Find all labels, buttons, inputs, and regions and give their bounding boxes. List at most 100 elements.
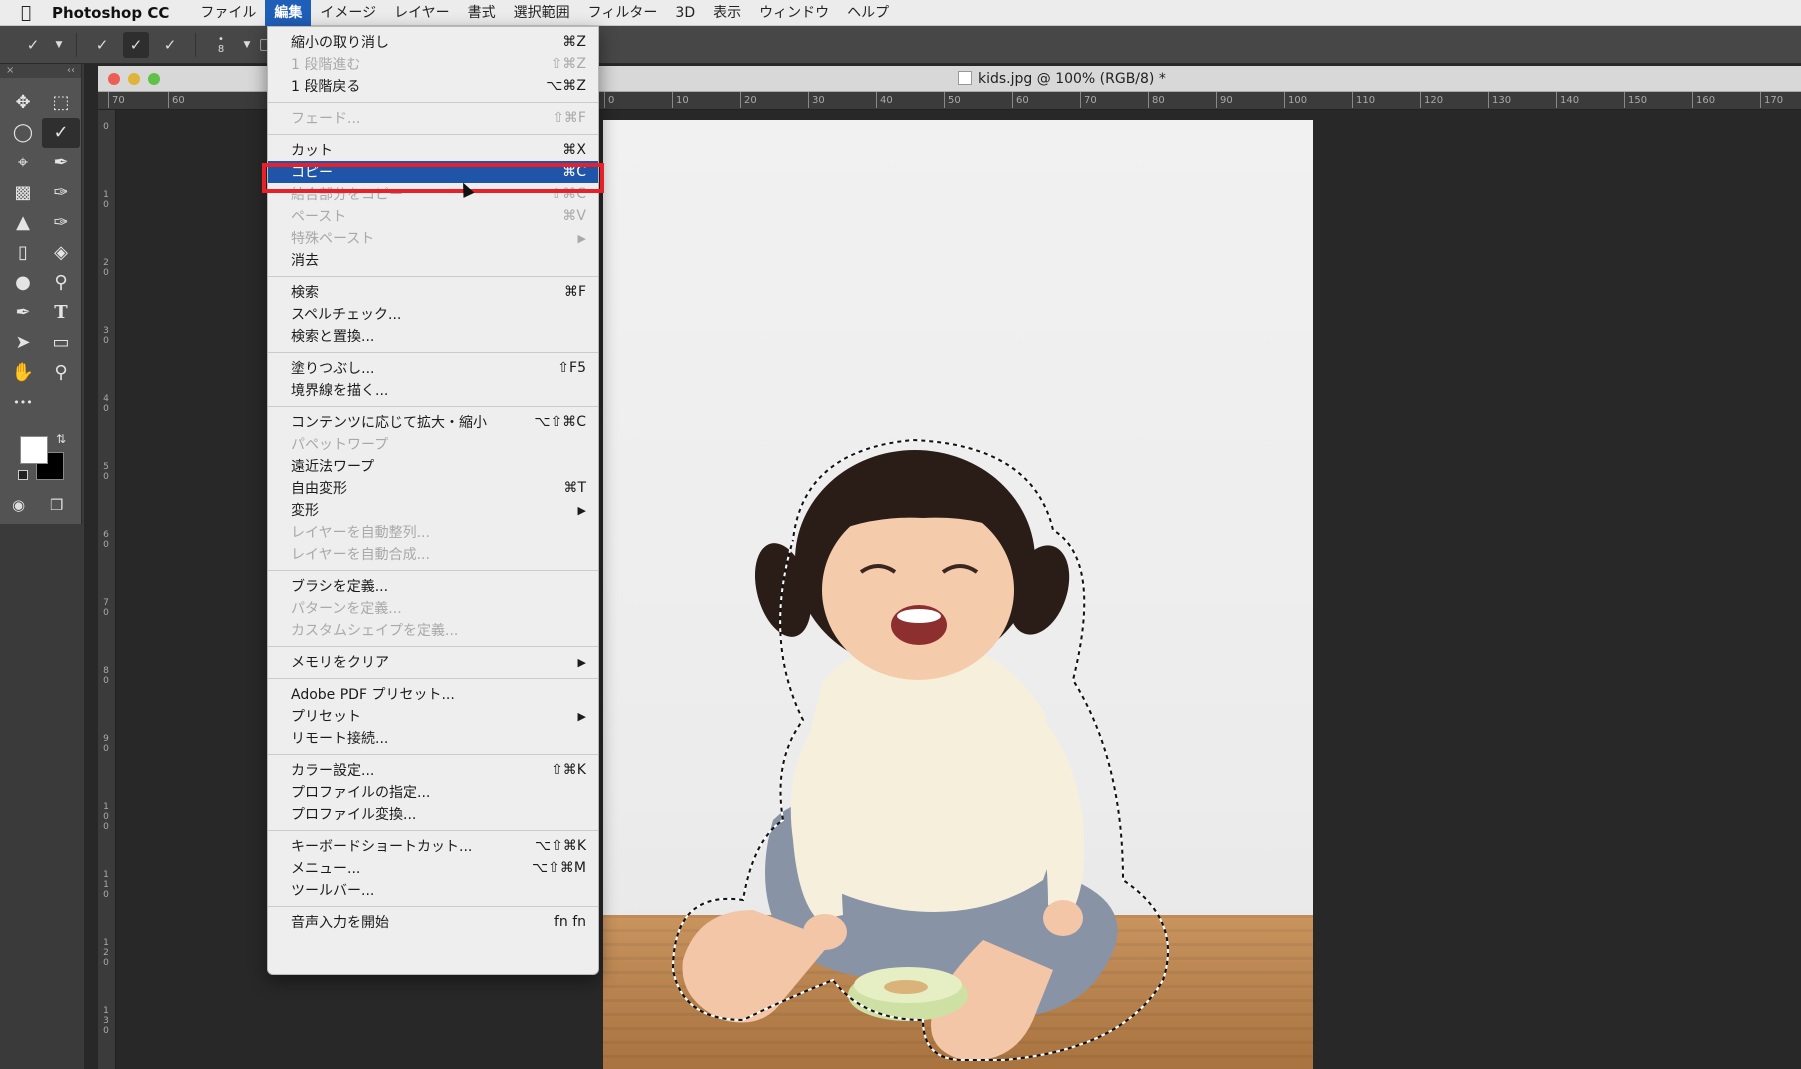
rectangle-tool-icon[interactable]: ▭ — [42, 328, 80, 358]
close-icon[interactable]: × — [6, 64, 14, 78]
swap-colors-icon[interactable]: ⇅ — [56, 432, 66, 446]
collapse-icon[interactable]: ‹‹ — [67, 64, 75, 78]
menu-item-shortcut: ⇧⌘Z — [550, 56, 586, 72]
menu-item[interactable]: 検索と置換... — [268, 325, 598, 347]
menu-item[interactable]: キーボードショートカット... ⌥⇧⌘K — [268, 835, 598, 857]
menu-item[interactable]: 自由変形 ⌘T — [268, 477, 598, 499]
minimize-window-button[interactable] — [128, 73, 140, 85]
menu-item[interactable]: 変形 ▶ — [268, 499, 598, 521]
marquee-tool-icon[interactable]: ⬚ — [42, 88, 80, 118]
menu-item[interactable]: ツールバー... — [268, 879, 598, 901]
menu-item[interactable]: 塗りつぶし... ⇧F5 — [268, 357, 598, 379]
hand-tool-icon[interactable]: ✋ — [4, 358, 42, 388]
menu-item[interactable]: 縮小の取り消し ⌘Z — [268, 31, 598, 53]
ruler-tick-label: 0 — [603, 92, 615, 108]
stamp-tool-icon[interactable]: ▲ — [4, 208, 42, 238]
menu-separator — [268, 570, 598, 571]
menu-item: カスタムシェイプを定義... — [268, 619, 598, 641]
menu-item[interactable]: リモート接続... — [268, 727, 598, 749]
menu-item[interactable]: Adobe PDF プリセット... — [268, 683, 598, 705]
menu-item-shortcut: fn fn — [553, 914, 586, 930]
callout-highlight-box — [262, 163, 604, 193]
crop-tool-icon[interactable]: ⌖ — [4, 148, 42, 178]
quick-selection-tool-icon[interactable]: ✓ — [20, 32, 46, 58]
foreground-color-swatch[interactable] — [20, 436, 48, 464]
lasso-tool-icon[interactable]: ◯ — [4, 118, 42, 148]
menubar-item[interactable]: 選択範囲 — [505, 0, 579, 26]
menu-item[interactable]: カラー設定... ⇧⌘K — [268, 759, 598, 781]
type-tool-icon[interactable]: T — [42, 298, 80, 328]
menu-item[interactable]: 検索 ⌘F — [268, 281, 598, 303]
menu-item[interactable]: 消去 — [268, 249, 598, 271]
zoom-tool-icon[interactable]: ⚲ — [42, 358, 80, 388]
eraser-tool-icon[interactable]: ▯ — [4, 238, 42, 268]
path-selection-icon[interactable]: ➤ — [4, 328, 42, 358]
menu-item[interactable]: 境界線を描く... — [268, 379, 598, 401]
zoom-window-button[interactable] — [148, 73, 160, 85]
submenu-arrow-icon: ▶ — [577, 709, 586, 723]
document-image[interactable] — [603, 120, 1313, 1069]
ruler-tick-label: 170 — [1759, 92, 1784, 108]
menubar-item[interactable]: フィルター — [579, 0, 667, 26]
blur-tool-icon[interactable]: ● — [4, 268, 42, 298]
menu-item[interactable]: プロファイル変換... — [268, 803, 598, 825]
menubar-item[interactable]: ヘルプ — [838, 0, 898, 26]
menu-item-label: プロファイル変換... — [291, 807, 417, 823]
brush-tool-icon[interactable]: ✑ — [42, 178, 80, 208]
menu-item-label: カスタムシェイプを定義... — [291, 623, 459, 639]
chevron-down-icon[interactable]: ▼ — [54, 32, 64, 58]
screen-mode-icon[interactable]: ❒ — [50, 496, 63, 514]
ruler-tick-label: 6 0 — [103, 530, 109, 550]
menu-item-label: 塗りつぶし... — [291, 361, 375, 377]
menu-item: 1 段階進む ⇧⌘Z — [268, 53, 598, 75]
app-name-menu[interactable]: Photoshop CC — [52, 4, 169, 22]
menu-item[interactable]: コンテンツに応じて拡大・縮小 ⌥⇧⌘C — [268, 411, 598, 433]
ruler-tick-label: 9 0 — [103, 734, 109, 754]
menubar-item[interactable]: イメージ — [311, 0, 385, 26]
menu-item[interactable]: プロファイルの指定... — [268, 781, 598, 803]
menu-item[interactable]: ブラシを定義... — [268, 575, 598, 597]
menu-item-label: パターンを定義... — [291, 601, 402, 617]
menubar-item[interactable]: ファイル — [191, 0, 265, 26]
ruler-tick-label: 8 0 — [103, 666, 109, 686]
menu-item-label: リモート接続... — [291, 731, 389, 747]
menu-item[interactable]: カット ⌘X — [268, 139, 598, 161]
subtract-from-selection-icon[interactable]: ✓ — [157, 32, 183, 58]
menu-item[interactable]: 遠近法ワープ — [268, 455, 598, 477]
menubar-item[interactable]: 書式 — [459, 0, 505, 26]
dodge-tool-icon[interactable]: ⚲ — [42, 268, 80, 298]
menu-item: 特殊ペースト ▶ — [268, 227, 598, 249]
close-window-button[interactable] — [108, 73, 120, 85]
more-tools-icon[interactable]: ••• — [4, 388, 42, 418]
paint-bucket-icon[interactable]: ◈ — [42, 238, 80, 268]
menu-item[interactable]: スペルチェック... — [268, 303, 598, 325]
default-colors-icon[interactable] — [18, 470, 28, 480]
menu-item[interactable]: メニュー... ⌥⇧⌘M — [268, 857, 598, 879]
menu-item-label: キーボードショートカット... — [291, 839, 473, 855]
menu-item[interactable]: プリセット ▶ — [268, 705, 598, 727]
vertical-ruler[interactable]: 0 1 0 2 0 3 0 4 0 5 0 6 0 7 0 8 0 9 0 1 0 0 1 1 0 1 … — [98, 110, 116, 1069]
ruler-tick-label: 50 — [944, 92, 961, 108]
healing-brush-icon[interactable]: ▩ — [4, 178, 42, 208]
quick-mask-icon[interactable]: ◉ — [12, 496, 25, 514]
chevron-down-icon[interactable]: ▼ — [242, 32, 252, 58]
menu-item[interactable]: メモリをクリア ▶ — [268, 651, 598, 673]
menu-item[interactable]: 音声入力を開始 fn fn — [268, 911, 598, 933]
brush-picker[interactable]: • 8 — [208, 34, 234, 55]
menubar-item[interactable]: 3D — [666, 0, 704, 26]
new-selection-icon[interactable]: ✓ — [89, 32, 115, 58]
pen-tool-icon[interactable]: ✒ — [4, 298, 42, 328]
move-tool-icon[interactable]: ✥ — [4, 88, 42, 118]
menubar-item[interactable]: レイヤー — [385, 0, 459, 26]
menu-item[interactable]: 1 段階戻る ⌥⌘Z — [268, 75, 598, 97]
quick-selection-tool-icon[interactable]: ✓ — [42, 118, 80, 148]
add-to-selection-icon[interactable]: ✓ — [123, 31, 149, 58]
menubar-item[interactable]: 表示 — [704, 0, 750, 26]
menubar-item[interactable]: ウィンドウ — [750, 0, 838, 26]
menu-bar:  Photoshop CC ファイル編集イメージレイヤー書式選択範囲フィルター… — [0, 0, 1801, 26]
menubar-item[interactable]: 編集 — [265, 0, 312, 26]
eyedropper-tool-icon[interactable]: ✒ — [42, 148, 80, 178]
file-icon — [958, 71, 972, 85]
apple-icon[interactable]:  — [0, 3, 52, 23]
history-brush-icon[interactable]: ✑ — [42, 208, 80, 238]
